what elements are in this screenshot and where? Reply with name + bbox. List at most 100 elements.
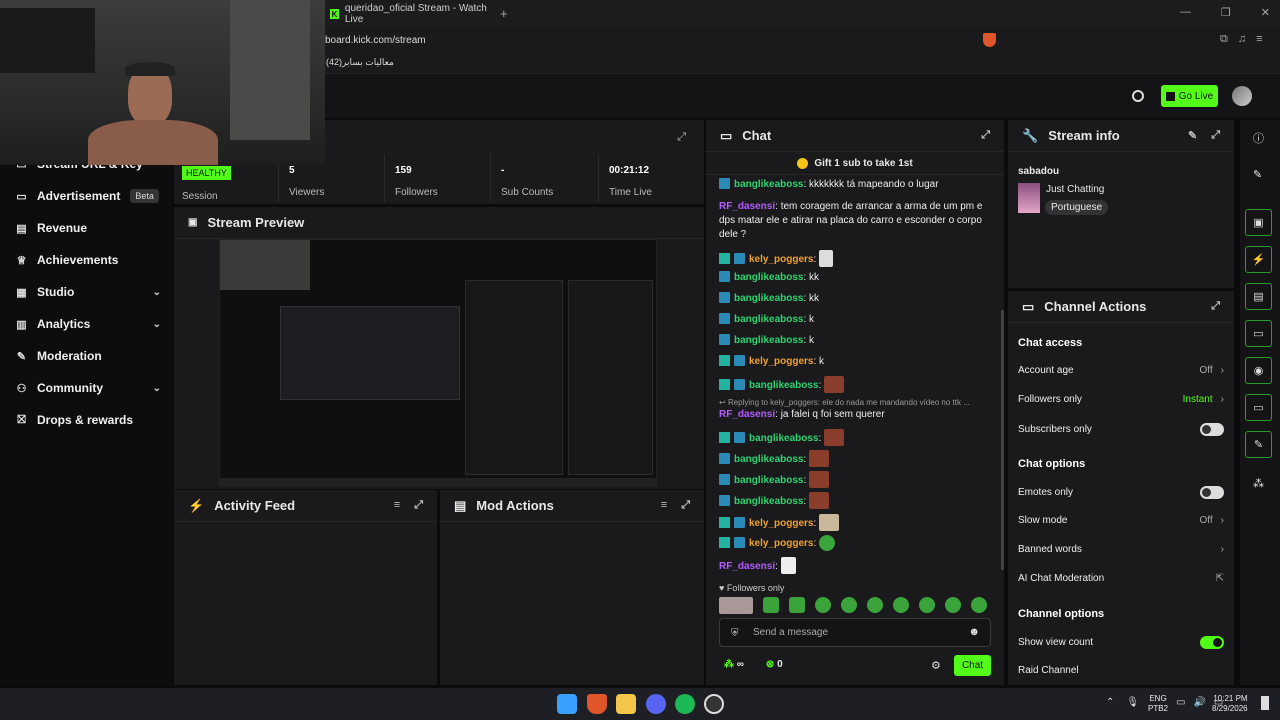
kick-coins[interactable]: ⊗ 0 (766, 659, 783, 670)
search-icon[interactable] (1132, 90, 1144, 102)
sidebar-item-achievements[interactable]: ♕ Achievements (16, 249, 161, 271)
maximize-icon[interactable]: ❐ (1221, 6, 1231, 19)
music-icon[interactable]: ♫ (1238, 33, 1246, 46)
expand-icon[interactable]: ⤢ (681, 499, 690, 512)
chat-username[interactable]: banglikeaboss (734, 272, 803, 283)
chat-username[interactable]: banglikeaboss (734, 314, 803, 325)
sidebar-item-community[interactable]: ⚇ Community ⌄ (16, 377, 161, 399)
spotify-icon[interactable] (675, 694, 695, 714)
chat-message[interactable]: kely_poggers: (719, 250, 994, 267)
close-icon[interactable]: ✕ (1261, 6, 1270, 19)
chat-username[interactable]: RF_dasensi (719, 561, 775, 572)
address-bar[interactable]: board.kick.com/stream (325, 32, 980, 49)
emotes-only-toggle[interactable] (1200, 486, 1224, 499)
chat-message[interactable]: banglikeaboss: (719, 450, 994, 467)
emote-button[interactable] (841, 597, 857, 613)
rail-preview-button[interactable]: ▣ (1245, 209, 1272, 236)
filter-icon[interactable]: ≡ (661, 499, 667, 512)
chat-message[interactable]: RF_dasensi: (719, 557, 994, 574)
mic-icon[interactable]: 🎙 (1126, 697, 1139, 708)
chat-scrollbar[interactable] (1001, 310, 1004, 570)
chat-username[interactable]: RF_dasensi (719, 409, 775, 420)
menu-icon[interactable]: ≡ (1256, 33, 1262, 46)
chat-username[interactable]: kely_poggers (749, 356, 813, 367)
chat-username[interactable]: banglikeaboss (734, 475, 803, 486)
filter-icon[interactable]: ≡ (394, 499, 400, 512)
chat-username[interactable]: banglikeaboss (734, 293, 803, 304)
expand-icon[interactable]: ⤢ (414, 499, 423, 512)
sidebar-item-advertisement[interactable]: ▭ Advertisement Beta (16, 185, 161, 207)
chat-message[interactable]: banglikeaboss: (719, 376, 994, 393)
obs-icon[interactable] (704, 694, 724, 714)
chat-message[interactable]: kely_poggers: k (719, 355, 994, 369)
extensions-icon[interactable]: ⧉ (1220, 33, 1228, 46)
edit-icon[interactable]: ✎ (1253, 168, 1262, 181)
subscribers-only-toggle[interactable] (1200, 423, 1224, 436)
show-view-count-setting[interactable]: Show view count (1018, 636, 1224, 649)
chat-username[interactable]: banglikeaboss (734, 496, 803, 507)
expand-icon[interactable]: ⤢ (1211, 129, 1220, 142)
chat-message[interactable]: banglikeaboss: (719, 429, 994, 446)
avatar[interactable] (1232, 86, 1252, 106)
raid-channel-setting[interactable]: Raid Channel (1018, 665, 1224, 676)
more-apps-icon[interactable]: ⁂ (1253, 477, 1264, 490)
account-age-setting[interactable]: Account age Off › (1018, 365, 1224, 376)
chat-username[interactable]: kely_poggers (749, 518, 813, 529)
sidebar-item-drops[interactable]: ⛝ Drops & rewards (16, 409, 161, 431)
emote-button[interactable] (763, 597, 779, 613)
category-name[interactable]: Just Chatting (1046, 184, 1104, 195)
volume-icon[interactable]: 🔊 (1193, 697, 1205, 708)
emoji-icon[interactable]: ☻ (968, 626, 980, 638)
sidebar-item-moderation[interactable]: ✎ Moderation (16, 345, 161, 367)
emote-button[interactable] (789, 597, 805, 613)
emote-button[interactable] (893, 597, 909, 613)
chat-username[interactable]: banglikeaboss (734, 454, 803, 465)
chat-username[interactable]: kely_poggers (749, 538, 813, 549)
chat-message[interactable]: banglikeaboss: (719, 471, 994, 488)
chat-message[interactable]: kely_poggers: (719, 514, 994, 531)
subscribers-only-setting[interactable]: Subscribers only (1018, 423, 1224, 436)
sidebar-item-analytics[interactable]: ▥ Analytics ⌄ (16, 313, 161, 335)
emote-button[interactable] (971, 597, 987, 613)
notifications-icon[interactable] (1261, 696, 1269, 710)
new-tab-button[interactable]: + (500, 6, 508, 21)
emote-button[interactable] (945, 597, 961, 613)
slow-mode-setting[interactable]: Slow mode Off › (1018, 515, 1224, 526)
chat-message[interactable]: kely_poggers: (719, 535, 994, 551)
info-icon[interactable]: ⓘ (1253, 130, 1264, 146)
chat-username[interactable]: banglikeaboss (749, 433, 818, 444)
chevron-up-icon[interactable]: ⌃ (1106, 697, 1114, 708)
go-live-button[interactable]: Go Live (1161, 85, 1218, 107)
network-icon[interactable]: ▭ (1176, 697, 1185, 708)
banned-words-setting[interactable]: Banned words › (1018, 544, 1224, 555)
chat-input[interactable]: ⛨ Send a message ☻ (719, 618, 991, 647)
chat-message[interactable]: banglikeaboss: kk (719, 271, 994, 285)
language-indicator[interactable]: ENG PTB2 (1148, 694, 1168, 714)
emote-button[interactable] (867, 597, 883, 613)
show-view-count-toggle[interactable] (1200, 636, 1224, 649)
browser-tab[interactable]: K queridao_oficial Stream - Watch Live (330, 3, 490, 25)
rail-activity-button[interactable]: ⚡ (1245, 246, 1272, 273)
ai-moderation-setting[interactable]: AI Chat Moderation ⇱ (1018, 573, 1224, 584)
chat-username[interactable]: banglikeaboss (734, 179, 803, 190)
rail-channel-button[interactable]: ▭ (1245, 394, 1272, 421)
chat-message[interactable]: banglikeaboss: k (719, 334, 994, 348)
stream-preview-video[interactable] (219, 239, 657, 487)
followers-only-setting[interactable]: Followers only Instant › (1018, 394, 1224, 405)
chat-username[interactable]: banglikeaboss (749, 380, 818, 391)
chat-message[interactable]: RF_dasensi: ja falei q foi sem querer (719, 408, 994, 422)
discord-icon[interactable] (646, 694, 666, 714)
category-thumbnail[interactable] (1018, 183, 1040, 213)
chat-message[interactable]: banglikeaboss: kk (719, 292, 994, 306)
chat-message[interactable]: banglikeaboss: k (719, 313, 994, 327)
chat-message[interactable]: banglikeaboss: kkkkkkk tá mapeando o lug… (719, 178, 994, 192)
expand-icon[interactable]: ⤢ (981, 129, 990, 142)
brave-browser-icon[interactable] (587, 694, 607, 714)
edit-icon[interactable]: ✎ (1188, 129, 1197, 142)
chat-username[interactable]: kely_poggers (749, 254, 813, 265)
channel-points[interactable]: ⁂ ∞ (724, 659, 744, 670)
emotes-only-setting[interactable]: Emotes only (1018, 486, 1224, 499)
rail-chat-button[interactable]: ▭ (1245, 320, 1272, 347)
minimize-icon[interactable]: — (1180, 6, 1191, 19)
sidebar-item-studio[interactable]: ▦ Studio ⌄ (16, 281, 161, 303)
